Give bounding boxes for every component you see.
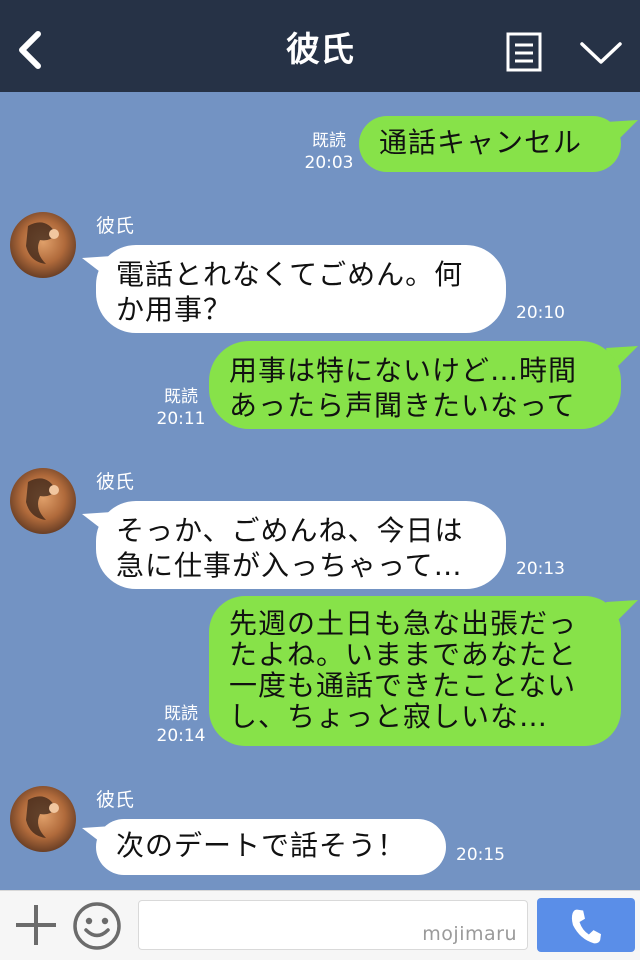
message-input[interactable]: mojimaru (138, 900, 528, 950)
message-bubble[interactable]: 通話キャンセル (359, 116, 621, 172)
message-meta: 既読 20:11 (156, 386, 206, 430)
watermark-text: mojimaru (422, 923, 517, 945)
input-bar: mojimaru (0, 890, 640, 960)
read-receipt: 既読 (164, 704, 198, 724)
message-bubble[interactable]: 先週の土日も急な出張だったよね。いままであなたと一度も通話できたことないし、ちょ… (209, 596, 621, 746)
message-time: 20:13 (516, 559, 565, 579)
message-time: 20:11 (156, 409, 206, 429)
avatar[interactable] (10, 786, 76, 852)
sender-name: 彼氏 (96, 471, 135, 493)
call-button[interactable] (537, 898, 635, 952)
avatar[interactable] (10, 212, 76, 278)
chat-header: 彼氏 (0, 0, 640, 92)
message-bubble[interactable]: 次のデートで話そう！ (96, 819, 446, 875)
sender-name: 彼氏 (96, 215, 135, 237)
phone-icon (571, 909, 602, 944)
message-list[interactable]: 既読 20:03 通話キャンセル 彼氏 電話とれなくてごめん。何か用事？ 20:… (0, 92, 640, 890)
chat-title: 彼氏 (286, 30, 354, 70)
avatar[interactable] (10, 468, 76, 534)
message-time: 20:15 (456, 845, 505, 865)
sender-name: 彼氏 (96, 789, 135, 811)
smiley-icon[interactable] (72, 901, 122, 951)
message-time: 20:10 (516, 303, 565, 323)
note-icon[interactable] (506, 32, 542, 72)
message-bubble[interactable]: そっか、ごめんね、今日は急に仕事が入っちゃって… (96, 501, 506, 589)
message-meta: 既読 20:03 (304, 130, 354, 174)
read-receipt: 既読 (164, 387, 198, 407)
plus-icon[interactable] (14, 903, 58, 947)
message-bubble[interactable]: 用事は特にないけど…時間あったら声聞きたいなって (209, 341, 621, 429)
message-time: 20:14 (156, 726, 206, 746)
message-time: 20:03 (304, 153, 354, 173)
chevron-down-icon[interactable] (578, 36, 624, 70)
read-receipt: 既読 (312, 131, 346, 151)
message-meta: 既読 20:14 (156, 703, 206, 747)
message-bubble[interactable]: 電話とれなくてごめん。何か用事？ (96, 245, 506, 333)
